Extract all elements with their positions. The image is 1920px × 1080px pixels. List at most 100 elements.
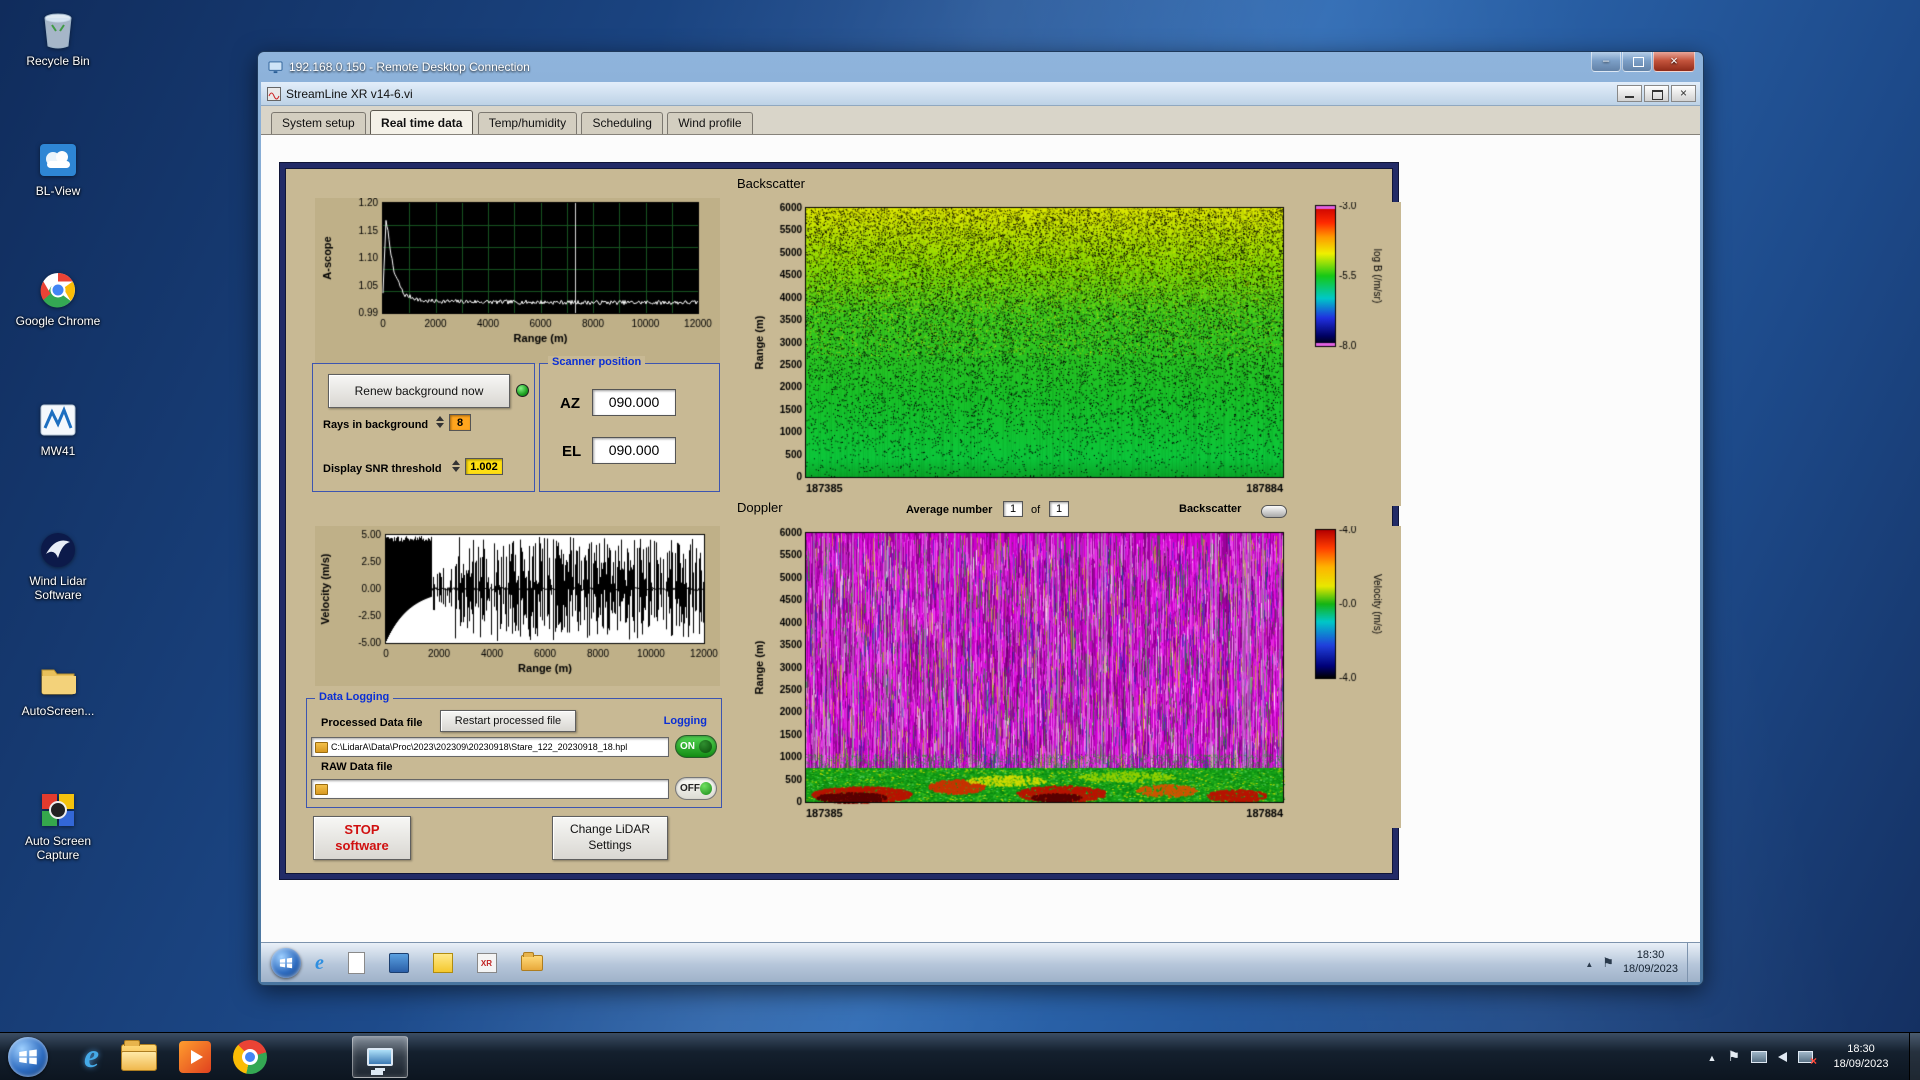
tray-expand-icon[interactable] [1708, 1050, 1717, 1064]
desktop-icon-mw41[interactable]: MW41 [10, 398, 106, 459]
remote-show-desktop-button[interactable] [1687, 942, 1696, 982]
of-label: of [1031, 504, 1041, 516]
toggle-knob [700, 782, 712, 795]
el-value-field[interactable]: 090.000 [592, 437, 676, 464]
action-center-icon[interactable] [1727, 1048, 1740, 1065]
show-desktop-button[interactable] [1909, 1032, 1920, 1080]
tab-page: Backscatter Doppler Average number 1 of … [261, 135, 1700, 942]
volume-icon[interactable] [1778, 1051, 1787, 1062]
desktop-icon-label: Wind Lidar Software [29, 574, 87, 602]
desktop-icon-label: MW41 [40, 444, 76, 458]
processed-logging-toggle[interactable]: ON [675, 735, 717, 758]
taskbar: 18:30 18/09/2023 [0, 1032, 1920, 1080]
start-button[interactable] [8, 1037, 48, 1077]
remote-app-icon[interactable] [388, 953, 409, 973]
velocity-graph [315, 526, 720, 686]
desktop-icon-wind-lidar[interactable]: Wind Lidar Software [10, 528, 106, 603]
backscatter-doppler-toggle[interactable] [1261, 505, 1287, 518]
desktop-icon-auto-screen-capture[interactable]: Auto Screen Capture [10, 788, 106, 863]
snr-threshold-label: Display SNR threshold [323, 463, 442, 475]
desktop: Recycle Bin BL-View Google Chrome MW41 W… [0, 0, 1920, 1080]
average-total-field[interactable]: 1 [1049, 501, 1069, 517]
on-label: ON [680, 741, 695, 752]
front-panel: Backscatter Doppler Average number 1 of … [280, 163, 1401, 879]
desktop-icon-recycle-bin[interactable]: Recycle Bin [10, 8, 106, 69]
doppler-heatmap [751, 526, 1401, 828]
scanner-position-title: Scanner position [548, 356, 646, 368]
rdp-titlebar[interactable]: 192.168.0.150 - Remote Desktop Connectio… [258, 52, 1703, 82]
renew-background-button[interactable]: Renew background now [328, 374, 510, 408]
streamline-window: StreamLine XR v14-6.vi System setup Real… [261, 82, 1700, 942]
app-titlebar[interactable]: StreamLine XR v14-6.vi [261, 82, 1700, 106]
change-lidar-settings-button[interactable]: Change LiDAR Settings [552, 816, 668, 860]
remote-tray-expand-icon[interactable] [1585, 956, 1593, 970]
snr-threshold-value[interactable]: 1.002 [465, 458, 503, 475]
remote-clock[interactable]: 18:30 18/09/2023 [1623, 949, 1678, 977]
tab-bar: System setup Real time data Temp/humidit… [261, 106, 1700, 135]
windows-flag-icon [19, 1049, 37, 1065]
tab-scheduling[interactable]: Scheduling [581, 112, 663, 134]
app-restore-button[interactable] [1644, 85, 1669, 102]
network-icon[interactable] [1798, 1050, 1817, 1068]
processed-path-field[interactable]: C:\LidarA\Data\Proc\2023\202309\20230918… [311, 737, 669, 757]
rays-spinner[interactable] [435, 415, 445, 432]
clock-time: 18:30 [1847, 1043, 1875, 1056]
taskbar-rdp-button[interactable] [352, 1036, 408, 1078]
data-logging-title: Data Logging [315, 691, 394, 703]
app-title: StreamLine XR v14-6.vi [286, 86, 413, 101]
bl-view-icon [40, 144, 76, 176]
desktop-icon-label: BL-View [35, 184, 81, 198]
desktop-icon-autoscreen[interactable]: AutoScreen... [10, 658, 106, 719]
path-browse-icon[interactable] [315, 783, 328, 795]
app-minimize-button[interactable] [1617, 85, 1642, 102]
tab-system-setup[interactable]: System setup [271, 112, 366, 134]
path-browse-icon[interactable] [315, 741, 328, 753]
az-value-field[interactable]: 090.000 [592, 389, 676, 416]
renew-led [516, 384, 529, 397]
restart-processed-file-button[interactable]: Restart processed file [440, 710, 576, 732]
folder-icon [41, 669, 76, 695]
taskbar-explorer-icon[interactable] [121, 1039, 158, 1071]
desktop-icon-label: Google Chrome [15, 314, 101, 328]
remote-notepad-icon[interactable] [347, 952, 365, 974]
rays-in-background-label: Rays in background [323, 419, 429, 431]
raw-logging-toggle[interactable]: OFF [675, 777, 717, 800]
remote-action-center-icon[interactable] [1602, 955, 1614, 971]
rdp-minimize-button[interactable] [1591, 52, 1621, 72]
taskbar-clock[interactable]: 18:30 18/09/2023 [1824, 1042, 1898, 1071]
rays-in-background-value[interactable]: 8 [449, 414, 471, 431]
a-scope-graph [315, 198, 720, 364]
taskbar-ie-icon[interactable] [84, 1038, 99, 1076]
raw-path-field[interactable] [311, 779, 669, 799]
wind-lidar-icon [41, 533, 75, 567]
average-number-field[interactable]: 1 [1003, 501, 1023, 517]
rdp-title: 192.168.0.150 - Remote Desktop Connectio… [289, 60, 530, 74]
stop-software-button[interactable]: STOP software [313, 816, 411, 860]
snr-spinner[interactable] [451, 459, 461, 476]
app-close-button[interactable] [1671, 85, 1696, 102]
remote-start-button[interactable] [271, 948, 301, 978]
background-group: Renew background now Rays in background … [312, 363, 535, 492]
el-label: EL [562, 443, 582, 460]
rdp-close-button[interactable] [1653, 52, 1695, 72]
desktop-icon-label: Auto Screen Capture [24, 834, 92, 862]
toggle-knob [699, 740, 712, 753]
desktop-icon-google-chrome[interactable]: Google Chrome [10, 268, 106, 329]
remote-taskbar: 18:30 18/09/2023 [261, 942, 1700, 982]
rdp-maximize-button[interactable] [1622, 52, 1652, 72]
rdp-titlebar-icon [268, 60, 283, 73]
display-tray-icon[interactable] [1751, 1050, 1767, 1063]
tab-temp-humidity[interactable]: Temp/humidity [477, 112, 578, 134]
desktop-icon-label: Recycle Bin [26, 54, 90, 68]
taskbar-media-icon[interactable] [179, 1041, 212, 1073]
remote-notes-icon[interactable] [432, 953, 453, 973]
remote-ie-icon[interactable] [315, 952, 324, 975]
desktop-icon-bl-view[interactable]: BL-View [10, 138, 106, 199]
remote-clock-time: 18:30 [1636, 948, 1665, 961]
logging-label: Logging [663, 715, 707, 727]
tab-real-time-data[interactable]: Real time data [370, 110, 474, 134]
tab-wind-profile[interactable]: Wind profile [667, 112, 753, 134]
remote-folder-icon[interactable] [520, 952, 543, 971]
remote-streamline-icon[interactable] [476, 953, 497, 973]
taskbar-chrome-icon[interactable] [233, 1040, 268, 1074]
